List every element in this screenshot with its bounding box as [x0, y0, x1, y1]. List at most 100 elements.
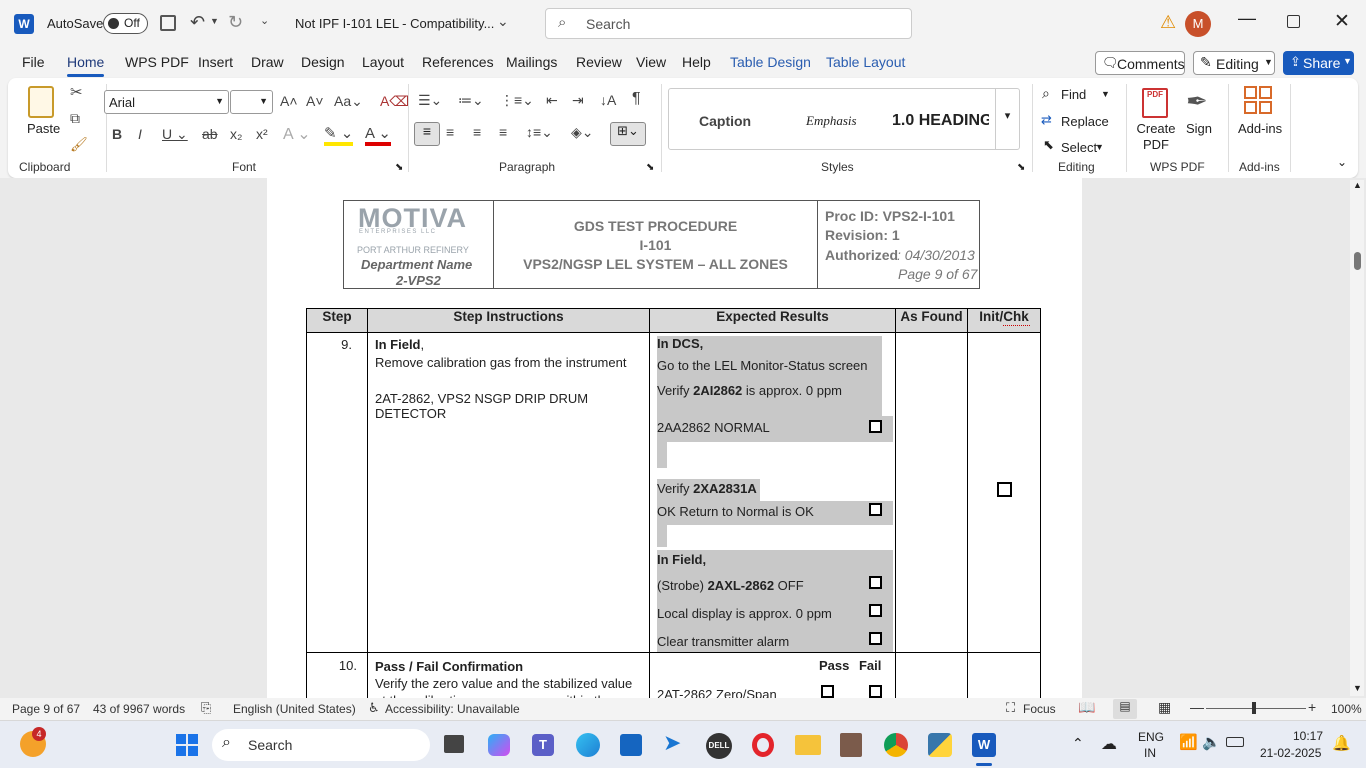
font-name-select[interactable]: Arial ▼	[104, 90, 229, 114]
document-title[interactable]: Not IPF I-101 LEL - Compatibility...	[295, 16, 494, 31]
undo-icon[interactable]: ↶	[190, 12, 205, 33]
language-in[interactable]: IN	[1144, 746, 1156, 760]
collapse-ribbon-icon[interactable]: ⌄	[1337, 155, 1347, 169]
avatar[interactable]: M	[1185, 11, 1211, 37]
grow-font-icon[interactable]: A˄	[280, 93, 298, 109]
maximize-icon[interactable]	[1287, 15, 1300, 28]
checkbox-icon[interactable]	[869, 503, 882, 516]
language-eng[interactable]: ENG	[1138, 730, 1164, 744]
add-ins-icon[interactable]	[1244, 86, 1272, 114]
taskbar-app-icon[interactable]	[840, 733, 862, 757]
checkbox-icon[interactable]	[996, 482, 1012, 497]
battery-icon[interactable]	[1226, 737, 1244, 747]
numbering-icon[interactable]: ≔⌄	[458, 92, 484, 109]
align-center-icon[interactable]: ≡	[446, 124, 454, 140]
scroll-down-icon[interactable]: ▼	[1353, 683, 1362, 693]
copy-icon[interactable]: ⧉	[70, 110, 80, 127]
taskbar-search[interactable]: ⌕ Search	[212, 729, 430, 761]
checkbox-icon[interactable]	[869, 576, 882, 589]
status-words[interactable]: 43 of 9967 words	[93, 702, 185, 716]
title-dropdown-icon[interactable]: ⌄	[497, 13, 509, 30]
style-caption[interactable]: Caption	[699, 113, 751, 129]
print-layout-icon[interactable]: ▤	[1113, 699, 1137, 719]
tab-design[interactable]: Design	[301, 54, 345, 70]
tab-view[interactable]: View	[636, 54, 666, 70]
chevron-down-icon[interactable]: ▼	[1095, 142, 1104, 152]
multilevel-list-icon[interactable]: ⋮≡⌄	[500, 92, 534, 109]
font-dialog-launcher-icon[interactable]: ⬊	[395, 162, 403, 173]
focus-icon[interactable]: ⛶	[1006, 700, 1015, 716]
tab-help[interactable]: Help	[682, 54, 711, 70]
close-icon[interactable]: ✕	[1334, 10, 1350, 33]
customize-qat-icon[interactable]: ⌄	[260, 14, 269, 27]
tab-wps-pdf[interactable]: WPS PDF	[125, 54, 189, 70]
show-formatting-icon[interactable]: ¶	[632, 90, 641, 108]
justify-icon[interactable]: ≡	[499, 124, 507, 140]
pass-checkbox-icon[interactable]	[821, 685, 834, 698]
zoom-in-icon[interactable]: +	[1308, 699, 1316, 715]
save-icon[interactable]	[160, 15, 176, 31]
style-heading[interactable]: 1.0 HEADING	[892, 112, 989, 130]
search-box[interactable]: ⌕ Search	[545, 8, 912, 39]
word-taskbar-icon[interactable]: W	[972, 733, 996, 757]
notification-icon[interactable]: 🔔	[1332, 734, 1351, 752]
web-layout-icon[interactable]: ▦	[1158, 699, 1171, 716]
select-label[interactable]: Select	[1061, 140, 1097, 155]
align-left-icon[interactable]: ≡	[414, 122, 440, 146]
strikethrough-icon[interactable]: ab	[202, 126, 218, 142]
store-icon[interactable]	[620, 734, 642, 756]
opera-icon[interactable]	[752, 733, 774, 757]
teams-icon[interactable]: T	[532, 734, 554, 756]
init-chk-cell[interactable]	[967, 332, 1041, 653]
scroll-up-icon[interactable]: ▲	[1353, 180, 1362, 190]
font-size-select[interactable]: ▼	[230, 90, 273, 114]
align-right-icon[interactable]: ≡	[473, 124, 481, 140]
borders-icon[interactable]: ⊞⌄	[610, 122, 646, 146]
status-language[interactable]: English (United States)	[233, 702, 356, 716]
replace-icon[interactable]: ⇄	[1041, 112, 1052, 128]
as-found-cell[interactable]	[895, 332, 968, 653]
paragraph-dialog-launcher-icon[interactable]: ⬊	[646, 162, 654, 173]
tab-references[interactable]: References	[422, 54, 494, 70]
checkbox-icon[interactable]	[869, 632, 882, 645]
highlight-icon[interactable]: ✎ ⌄	[324, 124, 354, 146]
styles-dialog-launcher-icon[interactable]: ⬊	[1017, 162, 1025, 173]
vertical-scrollbar[interactable]: ▲ ▼	[1350, 180, 1364, 696]
tab-draw[interactable]: Draw	[251, 54, 284, 70]
file-manager-icon[interactable]	[444, 735, 464, 753]
minimize-icon[interactable]: —	[1238, 8, 1256, 29]
sign-label[interactable]: Sign	[1186, 121, 1212, 136]
sort-icon[interactable]: ↓A	[600, 92, 616, 108]
zoom-level[interactable]: 100%	[1331, 702, 1362, 716]
tab-insert[interactable]: Insert	[198, 54, 233, 70]
comments-button[interactable]: 🗨 Comments	[1095, 51, 1185, 75]
find-label[interactable]: Find	[1061, 87, 1086, 102]
cut-icon[interactable]: ✂	[70, 83, 83, 101]
format-painter-icon[interactable]: 🖌	[70, 136, 88, 153]
tab-table-design[interactable]: Table Design	[730, 54, 811, 70]
sign-icon[interactable]: ✒	[1186, 86, 1208, 117]
shrink-font-icon[interactable]: A˅	[306, 93, 324, 109]
python-icon[interactable]	[928, 733, 952, 757]
tab-mailings[interactable]: Mailings	[506, 54, 557, 70]
checkbox-icon[interactable]	[869, 604, 882, 617]
wifi-icon[interactable]: 📶	[1179, 733, 1198, 751]
copilot-icon[interactable]	[488, 734, 510, 756]
bold-icon[interactable]: B	[112, 126, 122, 142]
increase-indent-icon[interactable]: ⇥	[572, 92, 584, 109]
select-icon[interactable]: ⬉	[1043, 137, 1054, 153]
checkbox-icon[interactable]	[869, 420, 882, 433]
add-ins-label[interactable]: Add-ins	[1238, 121, 1282, 136]
tab-layout[interactable]: Layout	[362, 54, 404, 70]
chevron-up-icon[interactable]: ⌃	[1072, 735, 1084, 752]
table-row[interactable]: 9. In Field, Remove calibration gas from…	[306, 332, 1041, 653]
shading-icon[interactable]: ◈⌄	[571, 124, 594, 141]
autosave-toggle[interactable]: Off	[103, 13, 148, 34]
change-case-icon[interactable]: Aa⌄	[334, 93, 363, 110]
folder-icon[interactable]	[795, 735, 821, 755]
edge-icon[interactable]	[576, 733, 600, 757]
network-tray-icon[interactable]: ☁	[1101, 734, 1117, 754]
dell-icon[interactable]: DELL	[706, 733, 732, 759]
proofing-icon[interactable]: ⎘	[201, 700, 211, 716]
editing-mode-button[interactable]: ✎ Editing ▼	[1193, 51, 1275, 75]
